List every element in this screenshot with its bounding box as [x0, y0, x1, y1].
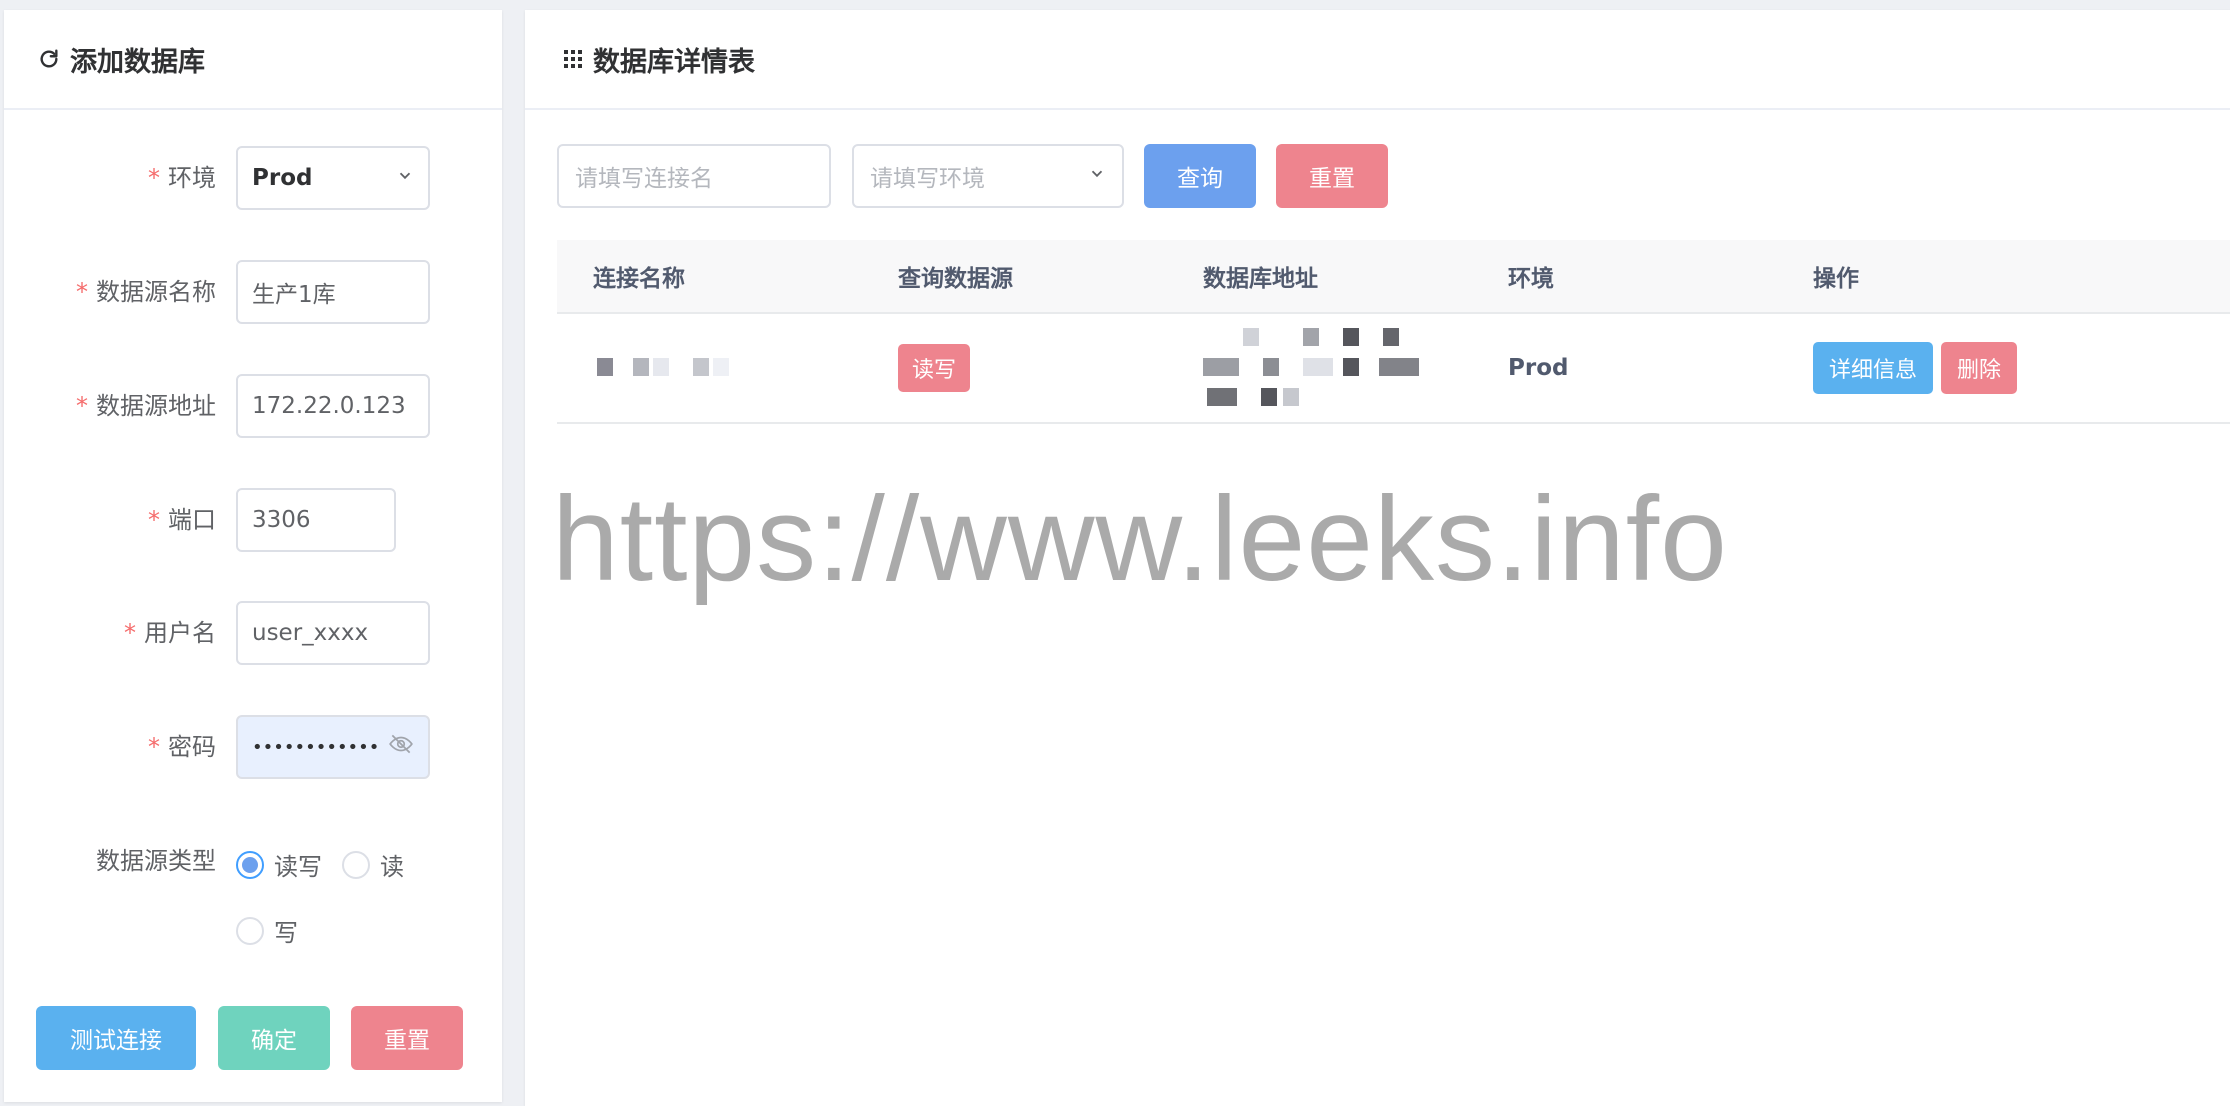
username-label: * 用户名	[124, 619, 216, 647]
port-label: * 端口	[148, 506, 216, 534]
name-input[interactable]: 生产1库	[236, 260, 430, 324]
column-header: 连接名称	[557, 240, 862, 314]
add-database-card: 添加数据库 * 环境 Prod * 数据源名称 生产1库 * 数据源地址 172.22…	[4, 10, 502, 1102]
radio-circle[interactable]	[342, 850, 370, 879]
env-filter-select[interactable]: 请填写环境	[852, 144, 1124, 208]
type-label: 数据源类型	[96, 847, 216, 875]
database-table: 连接名称 查询数据源 数据库地址 环境 操作 读写 Prod 详细信息 删除	[557, 240, 2230, 424]
refresh-icon	[38, 48, 60, 70]
delete-button[interactable]: 删除	[1941, 342, 2018, 394]
username-row: * 用户名 user_xxxx	[4, 601, 502, 665]
column-header: 环境	[1472, 240, 1777, 314]
eye-off-icon[interactable]	[388, 731, 414, 763]
pixelated-connection-name	[593, 358, 753, 378]
watermark-text: https://www.leeks.info	[552, 472, 1728, 606]
address-input[interactable]: 172.22.0.123	[236, 374, 430, 438]
test-connection-button[interactable]: 测试连接	[36, 1006, 196, 1070]
env-select[interactable]: Prod	[236, 146, 430, 210]
query-source-cell: 读写	[862, 313, 1167, 424]
env-cell: Prod	[1472, 313, 1777, 424]
form-reset-button[interactable]: 重置	[351, 1006, 463, 1070]
query-button[interactable]: 查询	[1144, 144, 1256, 208]
actions-cell: 详细信息 删除	[1777, 313, 2230, 424]
password-value: ••••••••••••	[252, 736, 380, 758]
read-write-tag: 读写	[898, 344, 971, 392]
name-row: * 数据源名称 生产1库	[4, 260, 502, 324]
env-label: * 环境	[148, 164, 216, 192]
env-row: * 环境 Prod	[4, 146, 502, 210]
detail-info-button[interactable]: 详细信息	[1813, 342, 1934, 394]
port-input[interactable]: 3306	[236, 488, 396, 552]
column-header: 查询数据源	[862, 240, 1167, 314]
filter-reset-button[interactable]: 重置	[1276, 144, 1388, 208]
table-row: 读写 Prod 详细信息 删除	[557, 313, 2230, 424]
radio-read[interactable]: 读	[342, 847, 404, 882]
table-header-row: 连接名称 查询数据源 数据库地址 环境 操作	[557, 240, 2230, 314]
db-address-cell	[1167, 313, 1472, 424]
add-database-header: 添加数据库	[4, 10, 502, 110]
username-input[interactable]: user_xxxx	[236, 601, 430, 665]
database-detail-header: 数据库详情表	[525, 10, 2230, 110]
pixelated-db-address	[1203, 320, 1433, 416]
radio-circle-checked[interactable]	[236, 850, 264, 879]
address-label: * 数据源地址	[76, 392, 216, 420]
connection-name-filter[interactable]: 请填写连接名	[557, 144, 831, 208]
add-database-title: 添加数据库	[70, 46, 205, 78]
type-row: 数据源类型 读写 读 写	[4, 829, 502, 947]
password-row: * 密码 ••••••••••••	[4, 715, 502, 779]
confirm-button[interactable]: 确定	[218, 1006, 330, 1070]
password-label: * 密码	[148, 733, 216, 761]
name-label: * 数据源名称	[76, 278, 216, 306]
chevron-down-icon	[396, 165, 414, 191]
password-input[interactable]: ••••••••••••	[236, 715, 430, 779]
grid-icon	[563, 49, 583, 69]
column-header: 操作	[1777, 240, 2230, 314]
radio-read-write[interactable]: 读写	[236, 847, 322, 882]
radio-circle[interactable]	[236, 916, 264, 945]
database-detail-title: 数据库详情表	[593, 46, 755, 78]
connection-name-cell	[557, 313, 862, 424]
env-select-value: Prod	[252, 165, 313, 191]
chevron-down-icon	[1088, 163, 1106, 189]
column-header: 数据库地址	[1167, 240, 1472, 314]
radio-write[interactable]: 写	[236, 913, 298, 948]
port-row: * 端口 3306	[4, 488, 502, 552]
address-row: * 数据源地址 172.22.0.123	[4, 374, 502, 438]
